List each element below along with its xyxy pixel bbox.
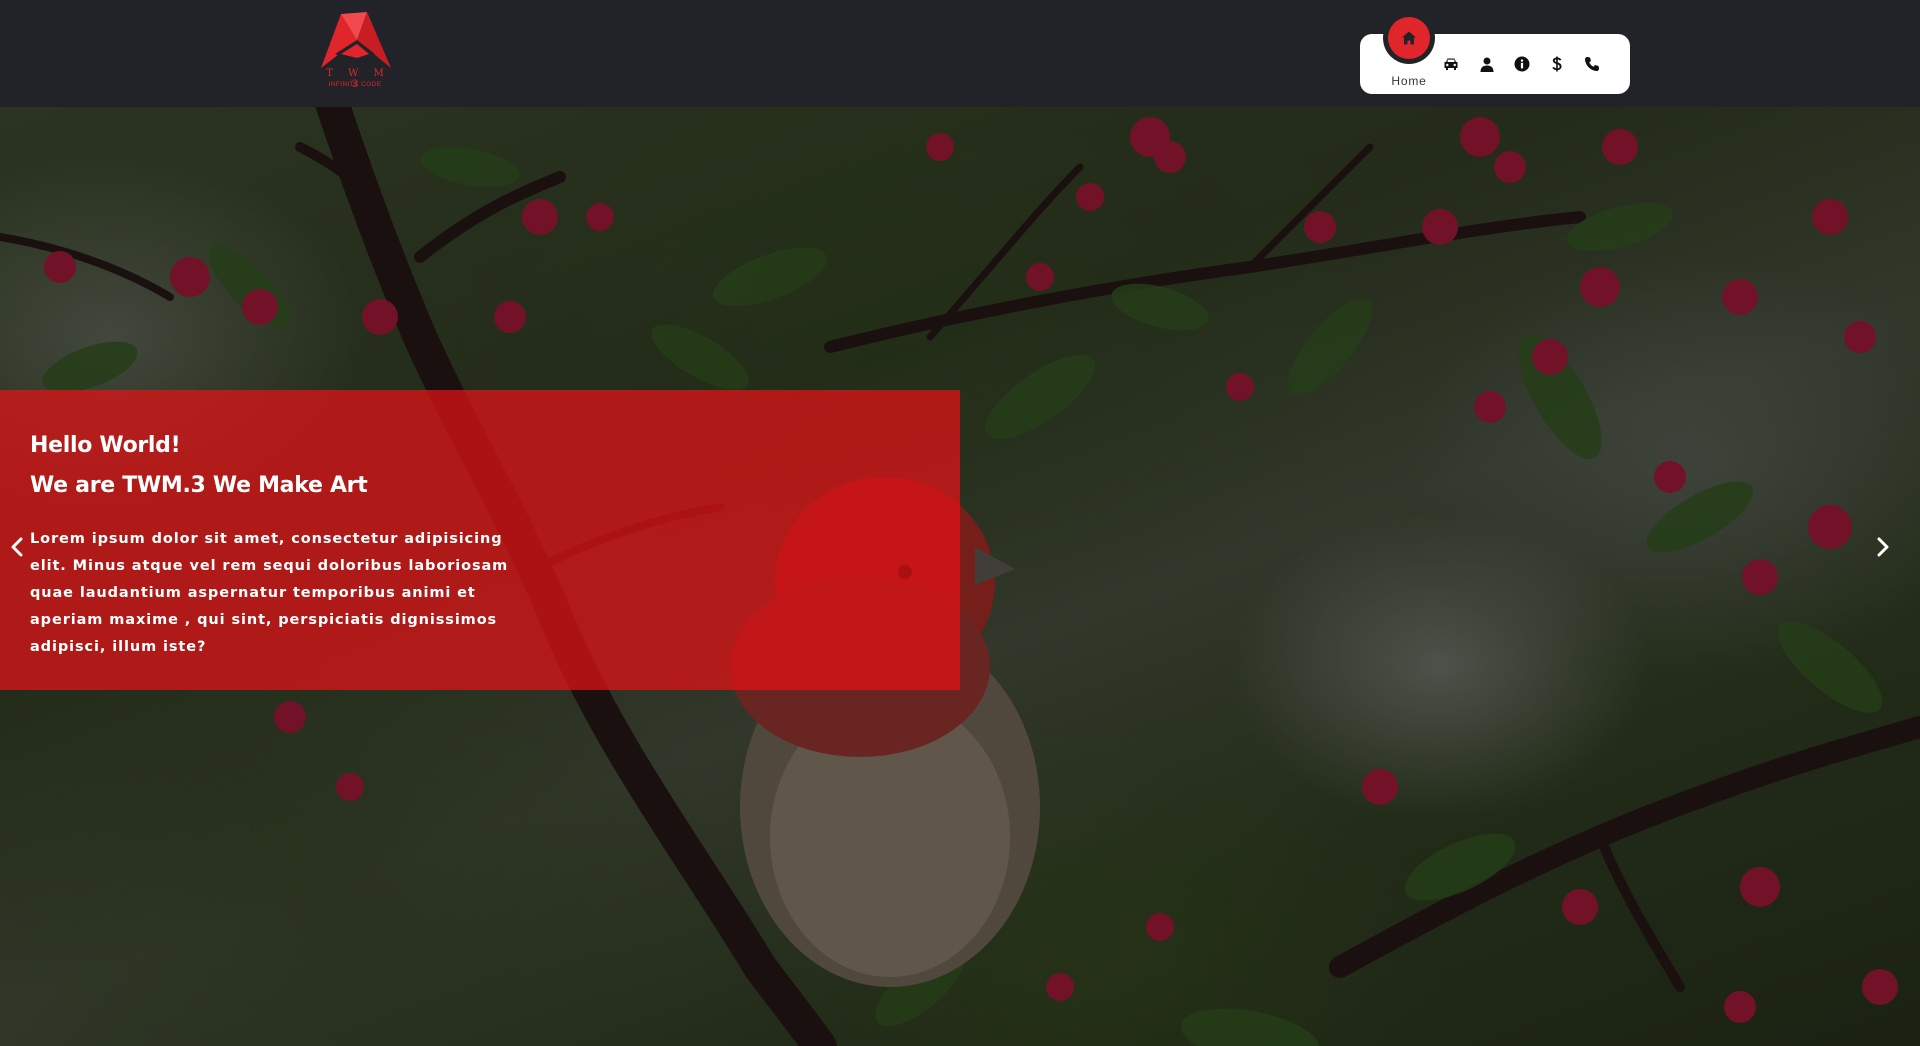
hero-slider: Hello World! We are TWM.3 We Make Art Lo… [0, 107, 1920, 1046]
slide-title: Hello World! We are TWM.3 We Make Art [30, 426, 368, 506]
slider-prev-button[interactable] [2, 525, 32, 569]
nav-item-info[interactable] [1510, 52, 1534, 76]
dollar-icon [1552, 56, 1562, 72]
slider-next-button[interactable] [1868, 525, 1898, 569]
home-icon [1402, 31, 1416, 45]
nav-item-contact[interactable] [1580, 52, 1604, 76]
slide-title-line1: Hello World! [30, 433, 181, 458]
nav-item-user[interactable] [1475, 52, 1499, 76]
car-icon [1444, 58, 1458, 70]
nav-item-pricing[interactable] [1545, 52, 1569, 76]
brand-logo[interactable]: T W M 3 INFINITE CODE [317, 10, 393, 92]
nav-item-car[interactable] [1439, 52, 1463, 76]
slide-caption-panel: Hello World! We are TWM.3 We Make Art Lo… [0, 390, 960, 690]
logo-mark-icon [321, 12, 391, 68]
slide-title-line2: We are TWM.3 We Make Art [30, 473, 368, 498]
info-icon [1514, 56, 1530, 72]
logo-tagline: INFINITE CODE [328, 81, 382, 88]
chevron-right-icon [1877, 537, 1889, 557]
user-icon [1480, 57, 1494, 72]
nav-home-label: Home [1391, 74, 1427, 88]
site-header: T W M 3 INFINITE CODE Home [0, 0, 1920, 107]
phone-icon [1585, 57, 1599, 71]
nav-item-home[interactable] [1388, 17, 1430, 59]
chevron-left-icon [11, 537, 23, 557]
slide-description: Lorem ipsum dolor sit amet, consectetur … [30, 531, 509, 655]
main-nav: Home [1360, 12, 1630, 94]
